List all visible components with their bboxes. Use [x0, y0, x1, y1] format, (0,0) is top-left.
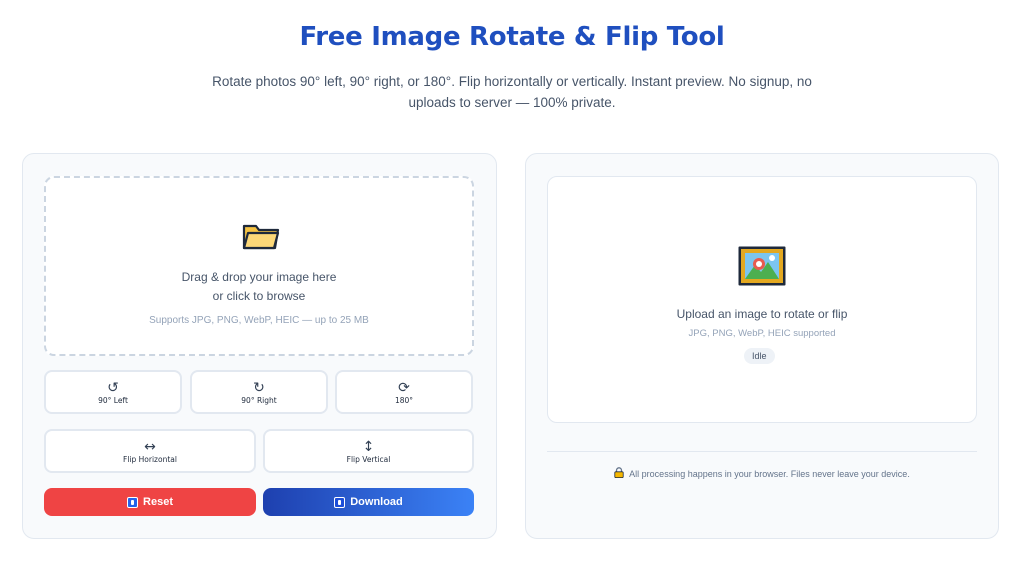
divider	[547, 451, 977, 452]
rotate-180-icon: ⟳	[398, 380, 410, 396]
dropzone-supported-formats: Supports JPG, PNG, WebP, HEIC — up to 25…	[149, 315, 369, 326]
flip-horizontal-button[interactable]: ↔ Flip Horizontal	[44, 429, 256, 473]
flip-vertical-label: Flip Vertical	[346, 455, 391, 464]
privacy-note: All processing happens in your browser. …	[547, 467, 977, 480]
dropzone-instruction: Drag & drop your image here	[181, 270, 337, 284]
flip-vertical-icon: ↕	[362, 439, 375, 455]
framed-picture-icon	[737, 245, 787, 292]
reset-button[interactable]: Reset	[44, 488, 256, 516]
folder-icon	[242, 221, 280, 256]
flip-vertical-button[interactable]: ↕ Flip Vertical	[263, 429, 474, 473]
flip-horizontal-icon: ↔	[144, 439, 156, 455]
rotate-right-button[interactable]: ↻ 90° Right	[190, 370, 328, 414]
page-title: Free Image Rotate & Flip Tool	[299, 22, 725, 52]
page-subtitle: Rotate photos 90° left, 90° right, or 18…	[212, 74, 812, 110]
rotate-left-label: 90° Left	[98, 396, 128, 405]
download-button[interactable]: Download	[263, 488, 474, 516]
download-label: Download	[350, 496, 403, 508]
status-badge: Idle	[744, 348, 775, 364]
download-icon	[334, 496, 346, 508]
rotate-180-button[interactable]: ⟳ 180°	[335, 370, 473, 414]
dropzone-browse-text: or click to browse	[212, 289, 306, 303]
rotate-right-icon: ↻	[253, 380, 265, 396]
preview-area: Upload an image to rotate or flip JPG, P…	[547, 176, 977, 423]
reset-label: Reset	[143, 496, 173, 508]
preview-empty-message: Upload an image to rotate or flip	[676, 307, 848, 321]
rotate-180-label: 180°	[394, 396, 414, 405]
upload-dropzone[interactable]: Drag & drop your image here or click to …	[44, 176, 474, 356]
privacy-note-text: All processing happens in your browser. …	[629, 468, 910, 479]
rotate-left-button[interactable]: ↺ 90° Left	[44, 370, 182, 414]
lock-icon	[614, 467, 624, 480]
rotate-right-label: 90° Right	[241, 396, 277, 405]
reset-icon	[127, 496, 139, 508]
flip-horizontal-label: Flip Horizontal	[123, 455, 177, 464]
rotate-left-icon: ↺	[107, 380, 119, 396]
preview-supported-formats: JPG, PNG, WebP, HEIC supported	[688, 328, 836, 339]
